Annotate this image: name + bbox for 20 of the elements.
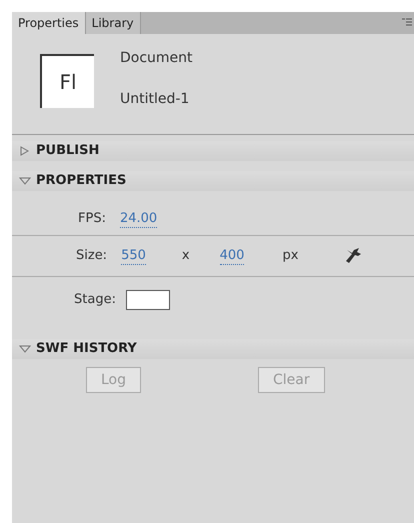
unit-label: px (282, 247, 298, 266)
collapse-arrow-icon[interactable] (18, 343, 32, 355)
document-type-label: Document (120, 49, 193, 68)
fps-value[interactable]: 24.00 (120, 210, 158, 228)
section-title: PUBLISH (36, 142, 100, 160)
fps-label: FPS: (78, 210, 106, 228)
width-value[interactable]: 550 (121, 248, 146, 264)
times-sign: x (182, 247, 190, 266)
tab[interactable]: Library (86, 12, 141, 34)
panel-menu-icon[interactable] (402, 18, 412, 26)
tab[interactable]: Properties (12, 12, 86, 34)
stage-color-swatch[interactable] (126, 290, 170, 310)
size-label: Size: (76, 247, 108, 266)
stage-label: Stage: (74, 291, 116, 310)
document-name: Untitled-1 (120, 90, 190, 109)
section-title: PROPERTIES (36, 172, 126, 190)
icon-text: Fl (59, 69, 77, 96)
section-title: SWF HISTORY (36, 340, 137, 358)
collapse-arrow-icon[interactable] (18, 175, 32, 187)
height-value[interactable]: 400 (220, 248, 244, 264)
